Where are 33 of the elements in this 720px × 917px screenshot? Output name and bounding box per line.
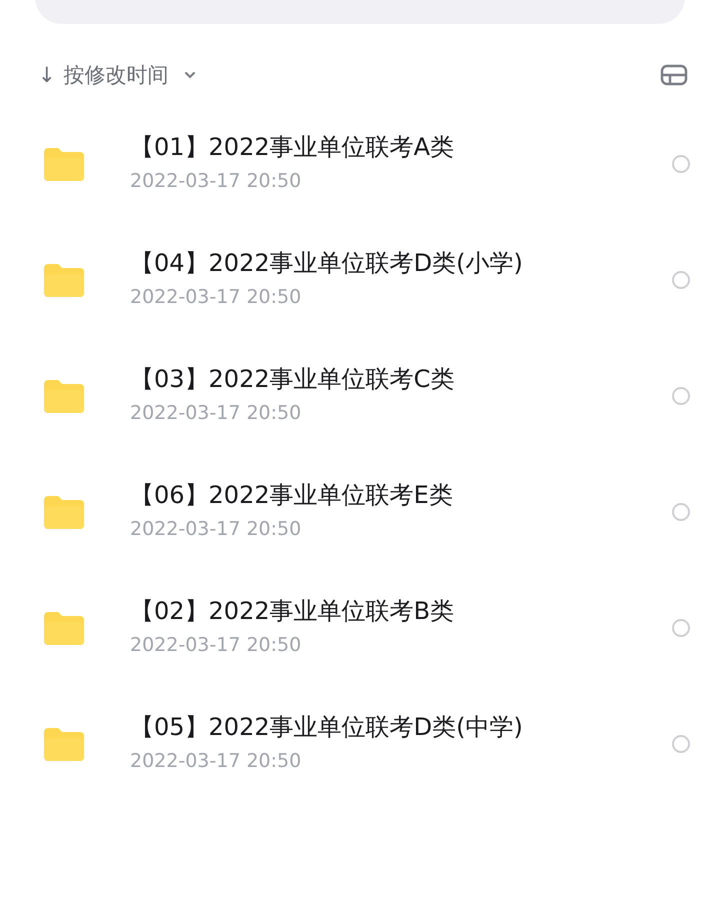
folder-icon <box>44 147 84 181</box>
folder-icon <box>44 611 84 645</box>
file-name: 【03】2022事业单位联考C类 <box>130 364 456 395</box>
folder-icon <box>44 495 84 529</box>
folder-icon <box>44 727 84 761</box>
caret-icon <box>182 70 197 80</box>
file-row[interactable]: 【02】2022事业单位联考B类 2022-03-17 20:50 <box>0 567 720 683</box>
file-date: 2022-03-17 20:50 <box>130 169 302 194</box>
file-date: 2022-03-17 20:50 <box>130 285 302 310</box>
file-name: 【06】2022事业单位联考E类 <box>130 480 454 511</box>
select-radio[interactable] <box>672 387 690 405</box>
select-radio[interactable] <box>672 735 690 753</box>
file-row[interactable]: 【03】2022事业单位联考C类 2022-03-17 20:50 <box>0 335 720 451</box>
file-name: 【04】2022事业单位联考D类(小学) <box>130 248 524 279</box>
file-row[interactable]: 【05】2022事业单位联考D类(中学) 2022-03-17 20:50 <box>0 683 720 799</box>
view-toggle-icon[interactable] <box>660 64 688 86</box>
file-date: 2022-03-17 20:50 <box>130 749 302 774</box>
folder-icon <box>44 379 84 413</box>
file-row[interactable]: 【06】2022事业单位联考E类 2022-03-17 20:50 <box>0 451 720 567</box>
file-date: 2022-03-17 20:50 <box>130 401 302 426</box>
sort-button[interactable]: ↓ 按修改时间 <box>38 61 197 89</box>
select-radio[interactable] <box>672 271 690 289</box>
file-name: 【05】2022事业单位联考D类(中学) <box>130 712 524 743</box>
select-radio[interactable] <box>672 155 690 173</box>
file-date: 2022-03-17 20:50 <box>130 517 302 542</box>
file-row[interactable]: 【01】2022事业单位联考A类 2022-03-17 20:50 <box>0 103 720 219</box>
select-radio[interactable] <box>672 503 690 521</box>
file-name: 【01】2022事业单位联考A类 <box>130 132 456 163</box>
folder-icon <box>44 263 84 297</box>
file-row[interactable]: 【04】2022事业单位联考D类(小学) 2022-03-17 20:50 <box>0 219 720 335</box>
file-date: 2022-03-17 20:50 <box>130 633 302 658</box>
select-radio[interactable] <box>672 619 690 637</box>
file-name: 【02】2022事业单位联考B类 <box>130 596 456 627</box>
